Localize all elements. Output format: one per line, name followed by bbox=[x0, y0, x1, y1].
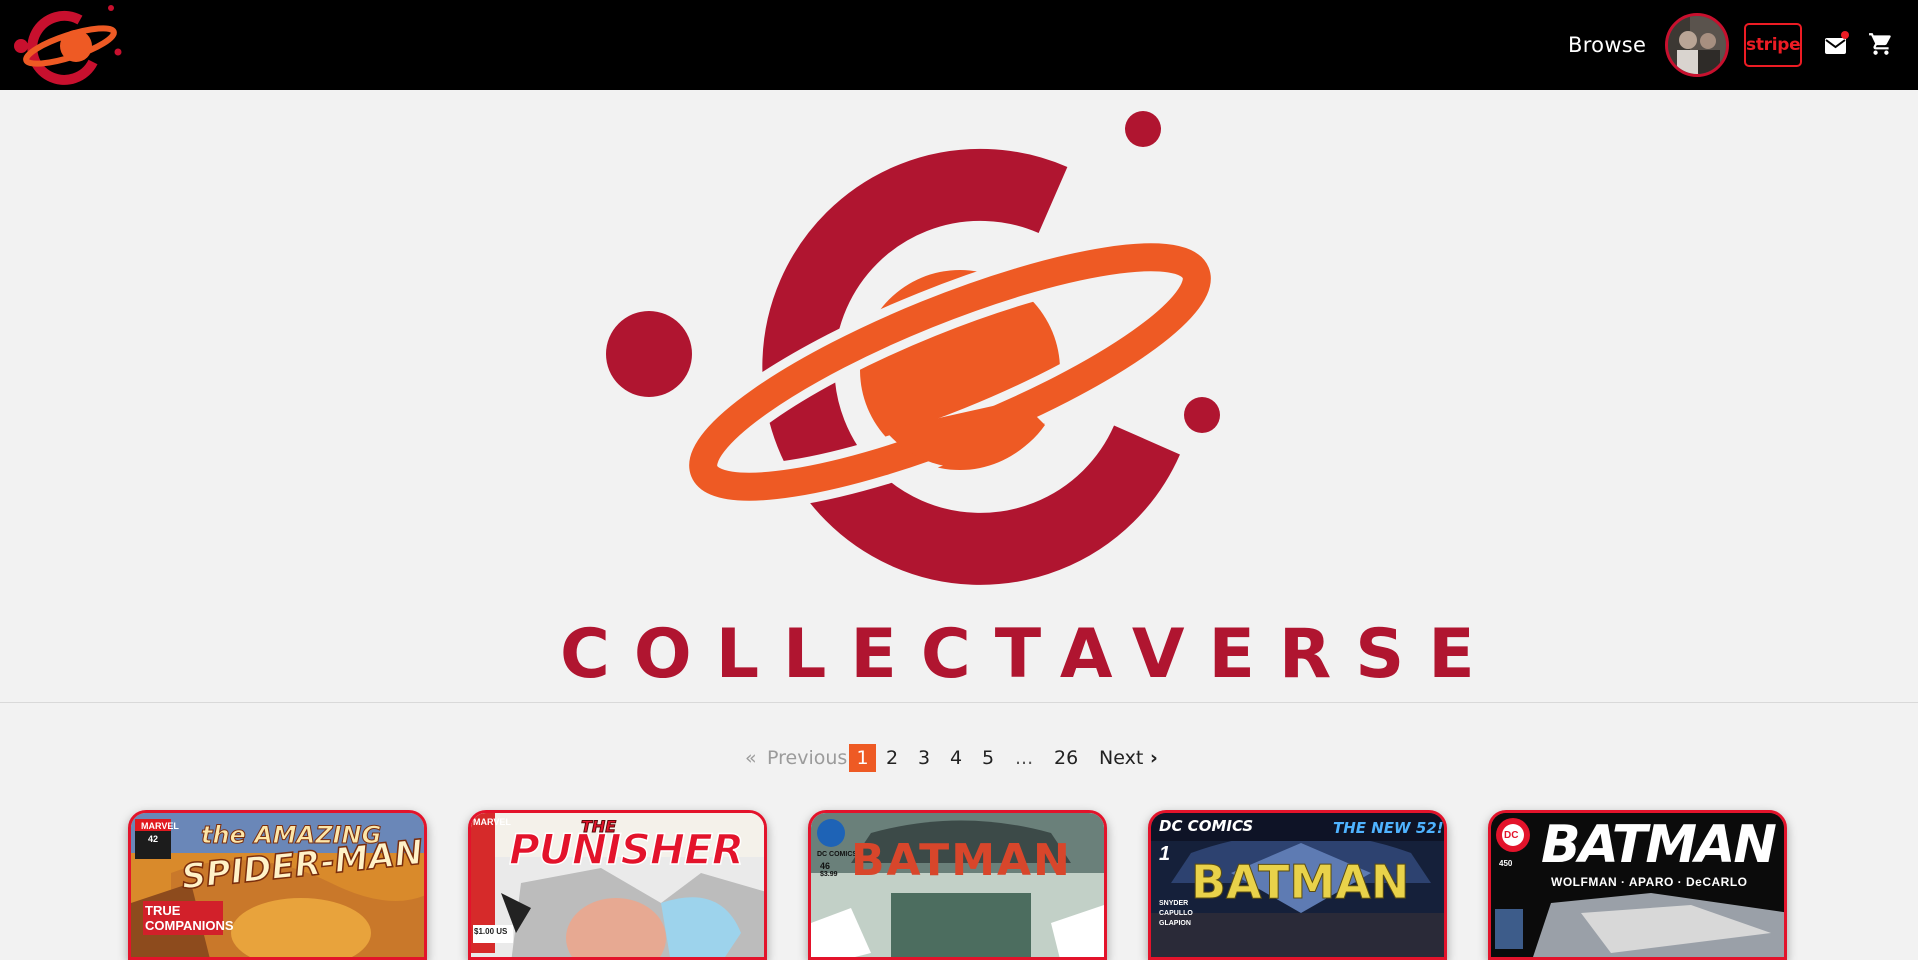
page-3-button[interactable]: 3 bbox=[918, 744, 930, 772]
previous-arrow-icon: « bbox=[745, 747, 757, 769]
comic-tagline: TRUE COMPANIONS bbox=[143, 901, 234, 935]
logo-icon[interactable] bbox=[8, 0, 128, 90]
comic-card-batman-450[interactable]: DC 450 BATMAN WOLFMAN · APARO · DeCARLO bbox=[1488, 810, 1787, 960]
comic-title-line2: BATMAN bbox=[851, 835, 1072, 886]
next-button[interactable]: Next bbox=[1099, 744, 1143, 772]
comic-tagline: WOLFMAN · APARO · DeCARLO bbox=[1551, 875, 1748, 889]
comic-publisher: DC bbox=[1504, 830, 1519, 841]
brand-name: COLLECTAVERSE bbox=[560, 615, 1499, 694]
top-navbar: Browse stripe bbox=[0, 0, 1918, 90]
page-4-button[interactable]: 4 bbox=[950, 744, 962, 772]
comic-card-punisher[interactable]: MARVEL THE PUNISHER $1.00 US bbox=[468, 810, 767, 960]
pagination: « Previous 1 2 3 4 5 ... 26 Next › bbox=[0, 744, 1918, 772]
previous-button[interactable]: Previous bbox=[767, 744, 847, 772]
cart-icon[interactable] bbox=[1868, 31, 1894, 57]
hero-banner: COLLECTAVERSE bbox=[0, 90, 1918, 703]
comic-issue: 1 bbox=[1159, 843, 1171, 865]
comic-title-line2: PUNISHER bbox=[508, 824, 745, 875]
comic-tagline: SNYDER CAPULLO GLAPION bbox=[1159, 900, 1193, 927]
comic-title-line2: BATMAN bbox=[1190, 855, 1410, 910]
comic-title-line2: BATMAN bbox=[1541, 815, 1777, 875]
comic-publisher: MARVEL bbox=[141, 821, 179, 831]
comic-issue: 42 bbox=[148, 834, 159, 844]
page-5-button[interactable]: 5 bbox=[982, 744, 994, 772]
comic-tagline: $3.99 bbox=[820, 871, 838, 878]
comic-tagline: $1.00 US bbox=[474, 927, 508, 936]
comic-publisher: MARVEL bbox=[473, 817, 511, 827]
next-arrow-icon: › bbox=[1150, 747, 1158, 769]
stripe-button[interactable]: stripe bbox=[1744, 23, 1802, 67]
mail-icon[interactable] bbox=[1824, 30, 1850, 58]
user-avatar[interactable] bbox=[1665, 13, 1729, 77]
collectaverse-logo-icon bbox=[600, 100, 1260, 594]
page-1-button[interactable]: 1 bbox=[849, 744, 876, 772]
page-2-button[interactable]: 2 bbox=[886, 744, 898, 772]
page-26-button[interactable]: 26 bbox=[1054, 744, 1078, 772]
pagination-ellipsis: ... bbox=[1015, 747, 1034, 769]
comic-issue: 46 bbox=[820, 861, 831, 871]
comic-card-batman-new52[interactable]: DC COMICS THE NEW 52! 1 BATMAN SNYDER CA… bbox=[1148, 810, 1447, 960]
comic-title-line1: DC COMICS bbox=[1159, 817, 1254, 835]
comic-publisher: THE NEW 52! bbox=[1333, 819, 1444, 837]
comic-card-batman-46[interactable]: DC COMICS 46 $3.99 BATMAN bbox=[808, 810, 1107, 960]
comic-issue: 450 bbox=[1499, 859, 1513, 868]
browse-link[interactable]: Browse bbox=[1568, 30, 1646, 60]
comic-card-spiderman[interactable]: MARVEL 42 the AMAZING SPIDER-MAN TRUE CO… bbox=[128, 810, 427, 960]
